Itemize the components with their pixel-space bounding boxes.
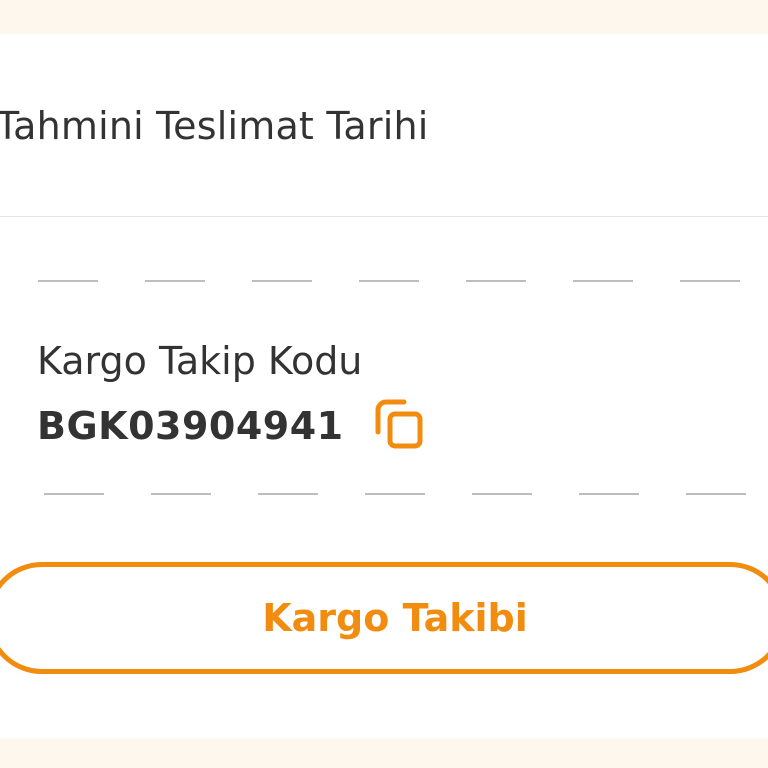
- order-card: Tahmini Teslimat Tarihi Kargo Takip Kodu…: [0, 34, 768, 738]
- divider-dash: [686, 493, 746, 495]
- divider-dash: [145, 280, 205, 282]
- cargo-tracking-button[interactable]: Kargo Takibi: [0, 562, 768, 674]
- divider-dash: [579, 493, 639, 495]
- estimated-delivery-row: Tahmini Teslimat Tarihi: [0, 34, 768, 217]
- divider-dash: [44, 493, 104, 495]
- tracking-code-label: Kargo Takip Kodu: [37, 339, 363, 383]
- divider-dash: [258, 493, 318, 495]
- divider-dash: [680, 280, 740, 282]
- estimated-delivery-label: Tahmini Teslimat Tarihi: [0, 104, 429, 148]
- divider-dash: [359, 280, 419, 282]
- page: Tahmini Teslimat Tarihi Kargo Takip Kodu…: [0, 0, 768, 768]
- tracking-code-row: BGK03904941: [37, 396, 428, 456]
- copy-icon[interactable]: [368, 396, 428, 456]
- divider-dash: [466, 280, 526, 282]
- divider-dash: [573, 280, 633, 282]
- divider-dash: [365, 493, 425, 495]
- divider-dash: [151, 493, 211, 495]
- divider-dash: [252, 280, 312, 282]
- tracking-code-value: BGK03904941: [37, 404, 344, 448]
- divider-dash: [38, 280, 98, 282]
- dashed-divider-bottom: [0, 493, 768, 497]
- divider-dash: [472, 493, 532, 495]
- cargo-tracking-button-label: Kargo Takibi: [262, 596, 528, 640]
- dashed-divider-top: [0, 280, 768, 284]
